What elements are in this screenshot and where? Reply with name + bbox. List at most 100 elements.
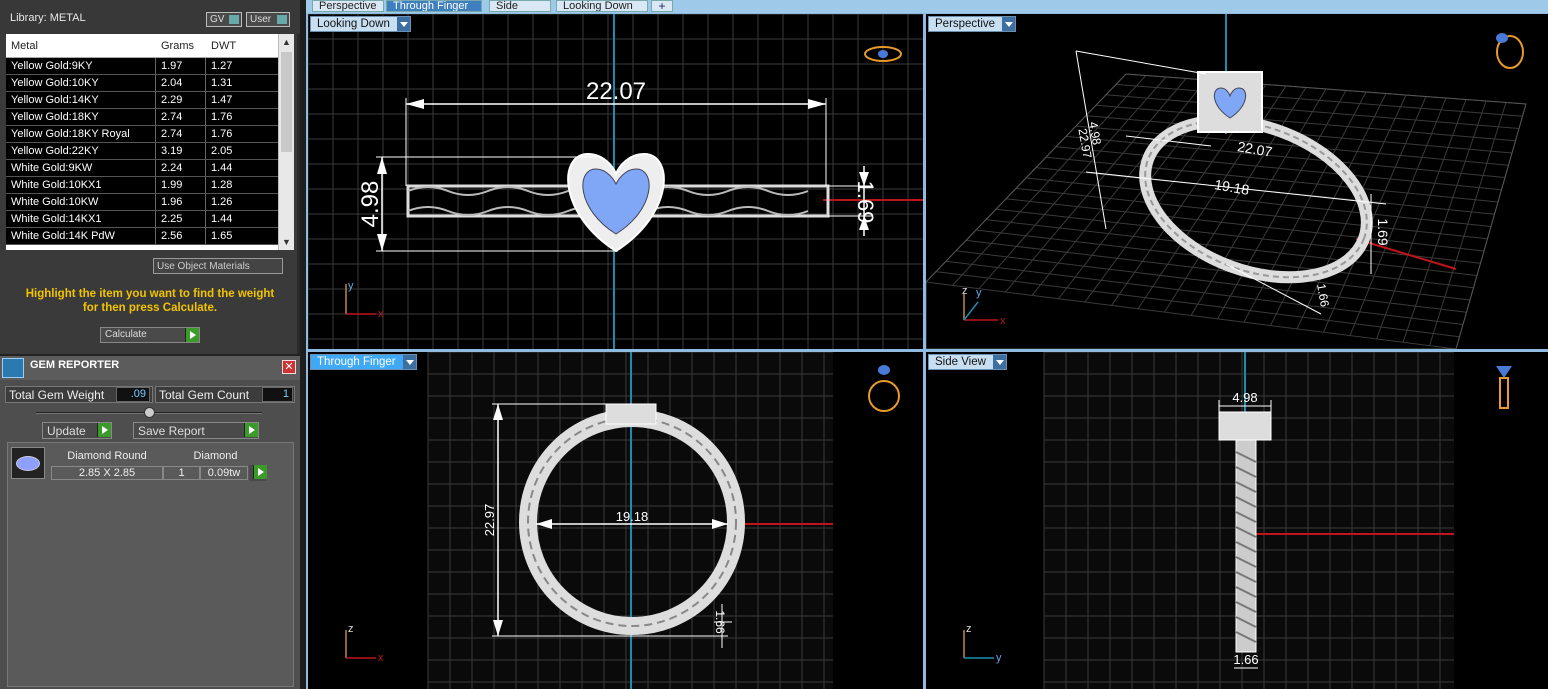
viewport-side-view[interactable]: 4.98 1.66 z y Side View (926, 352, 1548, 689)
table-row[interactable]: Yellow Gold:10KY 2.04 1.31 (6, 75, 294, 92)
dwt-cell: 1.44 (211, 162, 233, 174)
viewport-label-text: Through Finger (317, 356, 396, 368)
gem-material: Diamond (163, 450, 268, 464)
dim-length: 22.07 (586, 78, 646, 105)
viewport-through-finger[interactable]: 19.18 22.97 1.66 z x Through Finger (308, 352, 923, 689)
dim-width: 19.18 (616, 509, 649, 524)
use-object-materials-label: Use Object Materials (157, 261, 250, 272)
table-row[interactable]: White Gold:14KX1 2.25 1.44 (6, 211, 294, 228)
ring-view-icon[interactable] (868, 365, 900, 412)
axis-x-label: x (378, 652, 384, 664)
add-tab-icon[interactable]: + (651, 0, 673, 12)
grams-cell: 1.96 (156, 194, 206, 210)
viewport-label-perspective[interactable]: Perspective (928, 16, 1017, 32)
calculate-button[interactable]: Calculate (100, 327, 200, 343)
gv-toggle[interactable]: GV (206, 12, 242, 27)
total-gem-weight-value: .09 (116, 387, 150, 402)
metal-name-cell: Yellow Gold:14KY (6, 92, 156, 108)
col-metal[interactable]: Metal (6, 40, 156, 52)
total-gem-weight-label: Total Gem Weight (9, 388, 105, 402)
grams-cell: 2.25 (156, 211, 206, 227)
metal-name-cell: Yellow Gold:22KY (6, 143, 156, 159)
dwt-cell: 1.44 (211, 213, 233, 225)
col-dwt[interactable]: DWT (206, 40, 264, 52)
table-row[interactable]: White Gold:10KW 1.96 1.26 (6, 194, 294, 211)
scroll-up-icon[interactable]: ▲ (282, 37, 291, 47)
metal-table: Metal Grams DWT Yellow Gold:9KY 1.97 1.27 Y… (6, 34, 294, 250)
table-row[interactable]: White Gold:14K PdW 2.56 1.65 (6, 228, 294, 245)
metal-name-cell: Yellow Gold:18KY Royal (6, 126, 156, 142)
table-row[interactable]: Yellow Gold:18KY 2.74 1.76 (6, 109, 294, 126)
table-row[interactable]: Yellow Gold:18KY Royal 2.74 1.76 (6, 126, 294, 143)
diamond-round-icon (11, 447, 45, 479)
side-view-canvas[interactable]: 4.98 1.66 z y (926, 352, 1548, 689)
play-icon (253, 465, 267, 479)
save-report-button[interactable]: Save Report (133, 422, 259, 439)
grams-cell: 1.99 (156, 177, 206, 193)
tab-side-view[interactable]: Side View (489, 0, 551, 12)
metal-name-cell: Yellow Gold:9KY (6, 58, 156, 74)
metal-table-header: Metal Grams DWT (6, 34, 294, 58)
ring-view-icon[interactable] (1496, 33, 1524, 69)
dropdown-icon[interactable] (992, 355, 1006, 369)
viewport-label-text: Perspective (935, 18, 996, 30)
axis-z-label: z (966, 623, 972, 635)
close-icon[interactable]: ✕ (282, 360, 296, 374)
update-button[interactable]: Update (42, 422, 112, 439)
metal-name-cell: White Gold:10KW (6, 194, 156, 210)
dropdown-icon[interactable] (1002, 17, 1016, 31)
viewport-perspective[interactable]: 22.97 4.98 22.07 19.18 1.69 1.66 z y x P… (926, 14, 1548, 349)
gem-shape: Diamond Round (51, 450, 163, 464)
metal-name-cell: Yellow Gold:10KY (6, 75, 156, 91)
use-object-materials-toggle[interactable]: Use Object Materials (153, 258, 283, 274)
scroll-thumb[interactable] (281, 52, 292, 152)
dwt-cell: 1.28 (211, 179, 233, 191)
axis-z-label: z (348, 623, 354, 635)
table-row[interactable]: Yellow Gold:22KY 3.19 2.05 (6, 143, 294, 160)
dim-bottom: 1.66 (1233, 652, 1258, 667)
dwt-cell: 1.47 (211, 94, 233, 106)
hint-line-1: Highlight the item you want to find the … (25, 288, 275, 300)
grams-cell: 2.74 (156, 126, 206, 142)
table-row[interactable]: Yellow Gold:14KY 2.29 1.47 (6, 92, 294, 109)
viewport-label-through-finger[interactable]: Through Finger (310, 354, 417, 370)
table-row[interactable]: Yellow Gold:9KY 1.97 1.27 (6, 58, 294, 75)
grams-cell: 2.56 (156, 228, 206, 244)
gem-weight: 0.09tw (200, 466, 248, 480)
perspective-canvas[interactable]: 22.97 4.98 22.07 19.18 1.69 1.66 z y x (926, 14, 1548, 349)
ring-view-icon[interactable] (1496, 366, 1512, 409)
looking-down-canvas[interactable]: 22.07 4.98 1.69 y x (308, 14, 923, 349)
gem-list: Diamond Round Diamond 2.85 X 2.85 1 0.09… (7, 442, 294, 687)
library-label: Library: METAL (10, 12, 86, 24)
user-toggle[interactable]: User (246, 12, 290, 27)
col-grams[interactable]: Grams (156, 40, 206, 52)
viewport-looking-down[interactable]: 22.07 4.98 1.69 y x Looking Down (308, 14, 923, 349)
grams-cell: 2.24 (156, 160, 206, 176)
axis-y-label: y (976, 287, 982, 299)
dwt-cell: 1.76 (211, 128, 233, 140)
left-panel: Library: METAL GV User Metal Grams DWT Y… (0, 0, 300, 689)
dim-top: 4.98 (1232, 390, 1257, 405)
axis-indicator: z x (345, 623, 384, 664)
scroll-down-icon[interactable]: ▼ (282, 237, 291, 247)
axis-indicator: z y (963, 623, 1002, 664)
axis-x-label: x (378, 308, 384, 320)
through-finger-canvas[interactable]: 19.18 22.97 1.66 z x (308, 352, 923, 689)
calculate-hint: Highlight the item you want to find the … (10, 287, 290, 315)
dropdown-icon[interactable] (402, 355, 416, 369)
tab-perspective[interactable]: Perspective (312, 0, 384, 12)
dim-e: 1.69 (1375, 218, 1391, 245)
table-row[interactable]: White Gold:10KX1 1.99 1.28 (6, 177, 294, 194)
table-row[interactable]: White Gold:9KW 2.24 1.44 (6, 160, 294, 177)
dropdown-icon[interactable] (396, 17, 410, 31)
tab-looking-down[interactable]: Looking Down (556, 0, 648, 12)
metal-scrollbar[interactable]: ▲ ▼ (278, 34, 294, 250)
gem-expand-button[interactable] (249, 465, 267, 481)
metal-name-cell: White Gold:14K PdW (6, 228, 156, 244)
splitter-knob[interactable] (144, 407, 155, 418)
play-icon (97, 423, 111, 437)
tab-through-finger[interactable]: Through Finger (386, 0, 482, 12)
viewport-label-side-view[interactable]: Side View (928, 354, 1007, 370)
viewport-label-looking-down[interactable]: Looking Down (310, 16, 411, 32)
gv-toggle-label: GV (210, 14, 225, 25)
